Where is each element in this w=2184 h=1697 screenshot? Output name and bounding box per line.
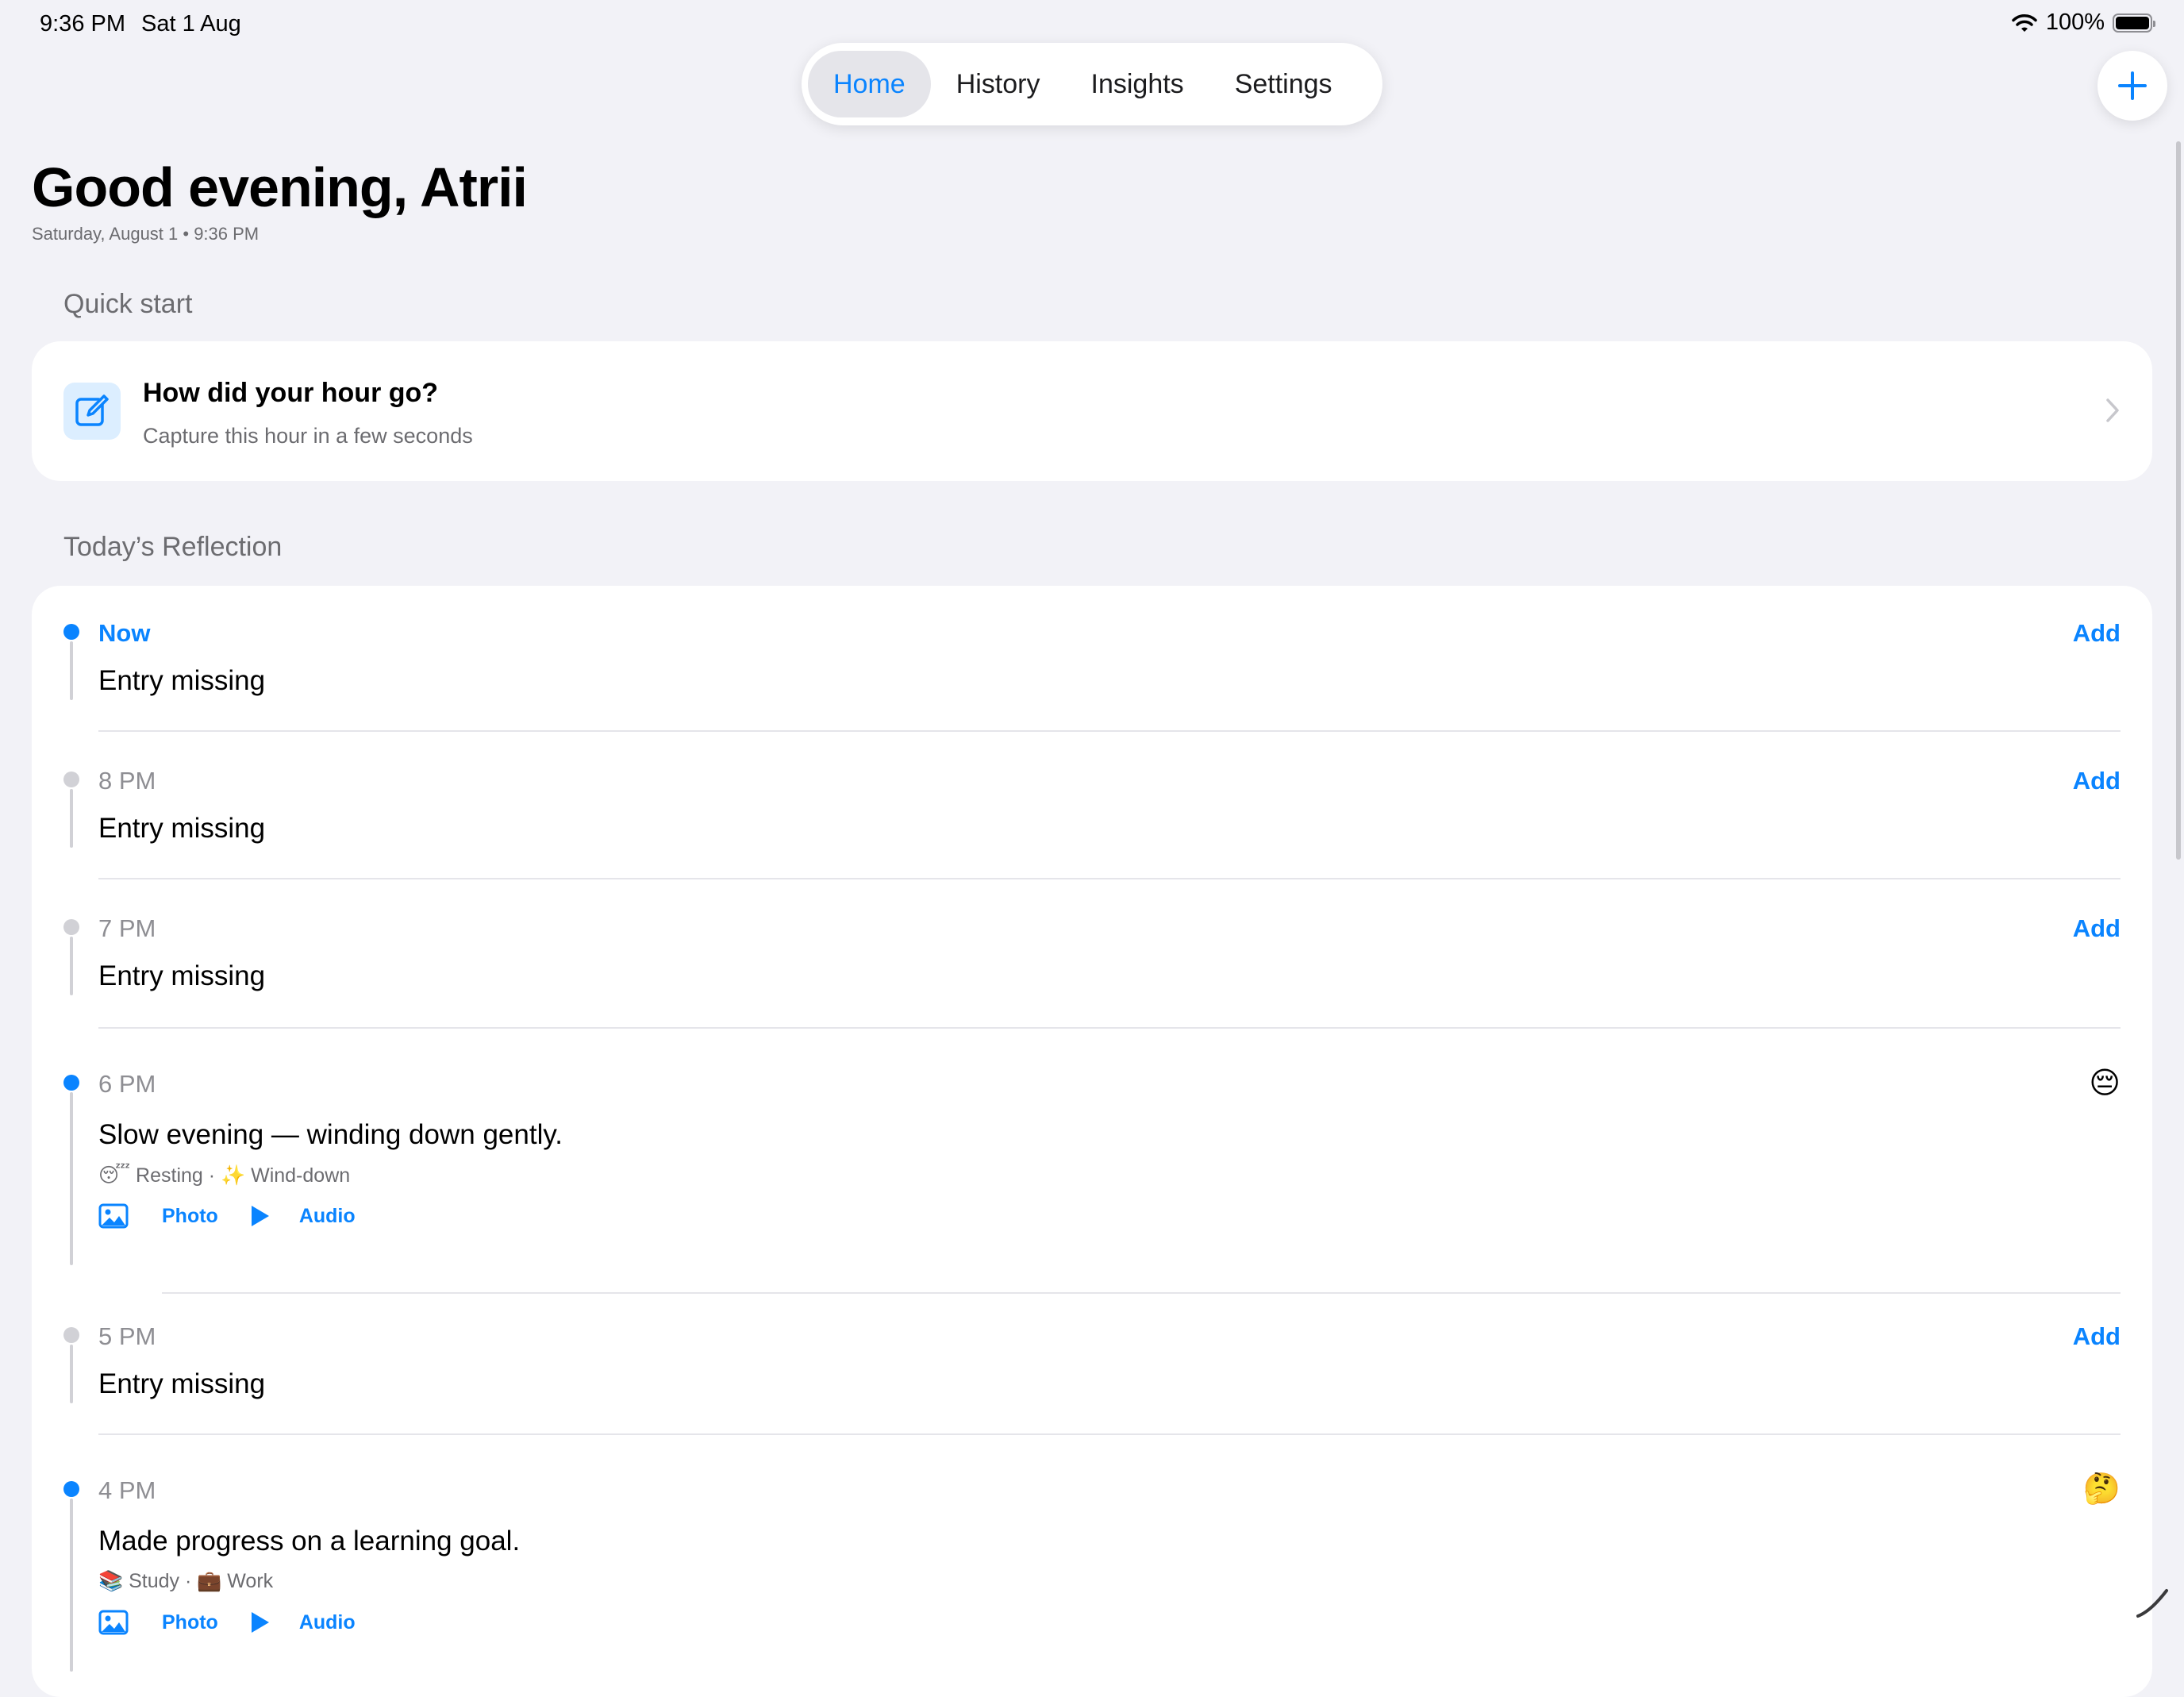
add-entry-link[interactable]: Add bbox=[2073, 1322, 2121, 1351]
tab-home[interactable]: Home bbox=[808, 51, 931, 117]
quick-start-title: How did your hour go? bbox=[143, 378, 439, 408]
divider bbox=[98, 1433, 2121, 1435]
entry-hour: 7 PM bbox=[98, 914, 156, 942]
entry-hour: 8 PM bbox=[98, 767, 156, 795]
status-right: 100% bbox=[2011, 10, 2155, 36]
entry-hour: 5 PM bbox=[98, 1322, 156, 1350]
entry-text: Slow evening — winding down gently. bbox=[98, 1119, 563, 1150]
photo-button[interactable]: Photo bbox=[162, 1611, 218, 1634]
play-icon[interactable] bbox=[250, 1204, 271, 1228]
entry-tags: 😴 Resting · ✨ Wind-down bbox=[98, 1164, 351, 1187]
timeline-dot bbox=[63, 772, 79, 787]
quick-start-card[interactable]: How did your hour go? Capture this hour … bbox=[32, 341, 2152, 481]
add-entry-button[interactable] bbox=[2097, 51, 2167, 121]
photo-icon[interactable] bbox=[98, 1203, 129, 1229]
tab-settings[interactable]: Settings bbox=[1209, 51, 1358, 117]
quick-start-heading: Quick start bbox=[63, 289, 193, 319]
page-title: Good evening, Atrii bbox=[32, 156, 528, 218]
compose-icon bbox=[63, 383, 121, 440]
divider bbox=[98, 1027, 2121, 1029]
entry-text: Entry missing bbox=[98, 1368, 266, 1399]
battery-percent: 100% bbox=[2045, 10, 2105, 35]
timeline-dot bbox=[63, 1481, 79, 1497]
tab-bar: Home History Insights Settings bbox=[802, 43, 1382, 125]
entry-hour: 4 PM bbox=[98, 1476, 156, 1504]
divider bbox=[98, 730, 2121, 732]
add-entry-link[interactable]: Add bbox=[2073, 914, 2121, 943]
entry-text: Entry missing bbox=[98, 960, 266, 991]
quick-start-subtitle: Capture this hour in a few seconds bbox=[143, 424, 473, 448]
timeline-dot bbox=[63, 1327, 79, 1343]
entry-text: Entry missing bbox=[98, 665, 266, 696]
add-entry-link[interactable]: Add bbox=[2073, 619, 2121, 648]
photo-icon[interactable] bbox=[98, 1610, 129, 1635]
play-icon[interactable] bbox=[250, 1610, 271, 1634]
audio-button[interactable]: Audio bbox=[299, 1205, 356, 1228]
reflection-heading: Today’s Reflection bbox=[63, 532, 283, 562]
divider bbox=[162, 1292, 2121, 1294]
pencil-hover-indicator bbox=[2136, 1589, 2168, 1618]
entry-text: Made progress on a learning goal. bbox=[98, 1526, 521, 1557]
status-date: Sat 1 Aug bbox=[141, 11, 241, 37]
entry-tags: 📚 Study · 💼 Work bbox=[98, 1570, 274, 1592]
add-entry-link[interactable]: Add bbox=[2073, 767, 2121, 795]
timeline-dot bbox=[63, 1075, 79, 1091]
entry-media: Photo Audio bbox=[98, 1610, 356, 1635]
photo-button[interactable]: Photo bbox=[162, 1205, 218, 1228]
timeline-dot bbox=[63, 919, 79, 935]
timeline-dot bbox=[63, 624, 79, 640]
plus-icon bbox=[2118, 71, 2147, 100]
entry-hour: 6 PM bbox=[98, 1070, 156, 1098]
tab-insights[interactable]: Insights bbox=[1066, 51, 1209, 117]
mood-emoji: 😔 bbox=[2089, 1067, 2121, 1100]
entry-media: Photo Audio bbox=[98, 1203, 356, 1229]
divider bbox=[98, 878, 2121, 879]
entry-hour: Now bbox=[98, 619, 151, 647]
battery-icon bbox=[2113, 13, 2155, 33]
page-subtitle: Saturday, August 1 • 9:36 PM bbox=[32, 224, 260, 244]
audio-button[interactable]: Audio bbox=[299, 1611, 356, 1634]
wifi-icon bbox=[2012, 13, 2037, 32]
status-time: 9:36 PM bbox=[40, 11, 125, 37]
chevron-right-icon bbox=[2106, 398, 2119, 422]
scrollbar[interactable] bbox=[2176, 141, 2181, 860]
mood-emoji: 🤔 bbox=[2082, 1472, 2121, 1506]
reflection-card: Now Add Entry missing 8 PM Add Entry mis… bbox=[32, 586, 2152, 1697]
entry-text: Entry missing bbox=[98, 813, 266, 844]
tab-history[interactable]: History bbox=[931, 51, 1066, 117]
